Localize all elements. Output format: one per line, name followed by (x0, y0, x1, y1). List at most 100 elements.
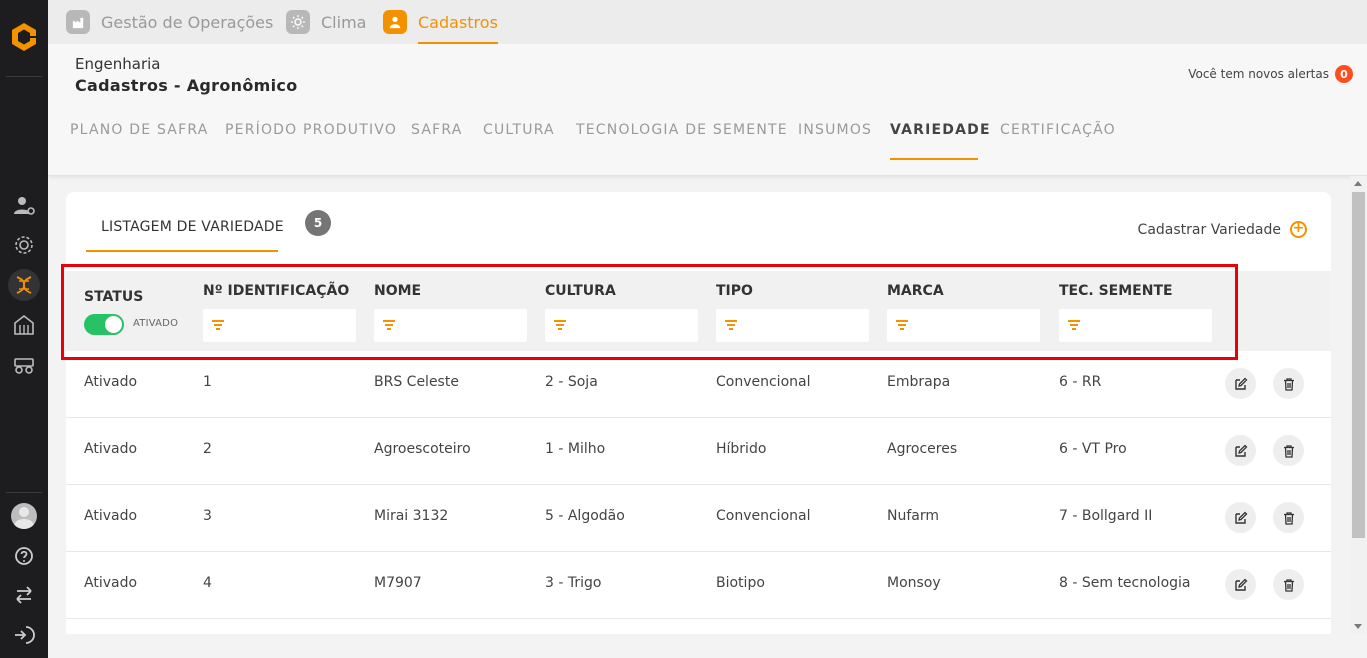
tab-insumos[interactable]: INSUMOS (798, 122, 872, 138)
cell-nome: M7907 (374, 575, 422, 591)
tab-plano-de-safra[interactable]: PLANO DE SAFRA (70, 122, 208, 138)
filter-input-tec-semente[interactable] (1059, 309, 1212, 342)
edit-icon (1234, 511, 1247, 524)
cell-identificacao: 2 (203, 441, 212, 457)
cell-nome: BRS Celeste (374, 374, 459, 390)
count-badge: 5 (305, 210, 331, 236)
delete-button[interactable] (1273, 435, 1304, 466)
trash-icon (1283, 578, 1294, 592)
cell-status: Ativado (84, 374, 138, 390)
page-title: Cadastros - Agronômico (75, 76, 298, 95)
filter-input-nome[interactable] (374, 309, 527, 342)
tab-cadastros[interactable]: Cadastros (383, 0, 498, 44)
edit-button[interactable] (1225, 368, 1256, 399)
edit-button[interactable] (1225, 569, 1256, 600)
silo-icon[interactable] (8, 309, 40, 341)
filter-input-marca[interactable] (887, 309, 1040, 342)
filter-input-identificacao[interactable] (203, 309, 356, 342)
alerts-count-badge: 0 (1335, 65, 1353, 83)
sun-icon (286, 10, 310, 34)
cell-marca: Nufarm (887, 508, 940, 524)
avatar[interactable] (11, 503, 37, 529)
page-header: Engenharia Cadastros - Agronômico Você t… (48, 44, 1367, 176)
column-header-marca: MARCA (887, 283, 944, 299)
delete-button[interactable] (1273, 368, 1304, 399)
tab-cultura[interactable]: CULTURA (483, 122, 555, 138)
logout-icon[interactable] (8, 619, 40, 651)
filter-icon (383, 320, 395, 330)
active-tab-underline (86, 250, 278, 252)
tab-certificacao[interactable]: CERTIFICAÇÃO (1000, 122, 1116, 138)
add-variety-label: Cadastrar Variedade (1137, 221, 1281, 238)
tab-listagem-variedade[interactable]: LISTAGEM DE VARIEDADE (101, 219, 284, 235)
cell-tipo: Biotipo (716, 575, 765, 591)
edit-button[interactable] (1225, 435, 1256, 466)
cell-cultura: 2 - Soja (545, 374, 598, 390)
cell-marca: Monsoy (887, 575, 941, 591)
tab-clima[interactable]: Clima (286, 0, 366, 44)
user-settings-icon[interactable] (8, 190, 40, 222)
variety-list-card: LISTAGEM DE VARIEDADE 5 Cadastrar Varied… (66, 192, 1331, 634)
table-row: Ativado 3 Mirai 3132 5 - Algodão Convenc… (66, 485, 1331, 552)
cell-tipo: Convencional (716, 508, 811, 524)
tab-variedade[interactable]: VARIEDADE (890, 122, 991, 138)
cell-status: Ativado (84, 575, 138, 591)
scrollbar-thumb[interactable] (1352, 192, 1365, 538)
tractor-icon[interactable] (8, 348, 40, 380)
scroll-up-arrow-icon[interactable] (1354, 181, 1362, 186)
top-bar: Gestão de Operações Clima Cadastros (48, 0, 1367, 44)
edit-button[interactable] (1225, 502, 1256, 533)
cell-status: Ativado (84, 441, 138, 457)
cell-tec-semente: 6 - RR (1059, 374, 1102, 390)
cell-tec-semente: 8 - Sem tecnologia (1059, 575, 1191, 591)
delete-button[interactable] (1273, 569, 1304, 600)
cell-marca: Embrapa (887, 374, 951, 390)
swap-icon[interactable] (8, 579, 40, 611)
cell-nome: Agroescoteiro (374, 441, 471, 457)
cell-nome: Mirai 3132 (374, 508, 449, 524)
dna-icon[interactable] (8, 269, 40, 301)
plus-circle-icon: + (1290, 221, 1307, 238)
cell-cultura: 3 - Trigo (545, 575, 602, 591)
status-toggle-label: ATIVADO (133, 318, 179, 329)
help-icon[interactable] (8, 540, 40, 572)
cell-identificacao: 4 (203, 575, 212, 591)
gear-icon[interactable] (8, 229, 40, 261)
cell-status: Ativado (84, 508, 138, 524)
alerts-text: Você tem novos alertas (1188, 67, 1329, 81)
filter-icon (212, 320, 224, 330)
scroll-down-arrow-icon[interactable] (1354, 624, 1362, 629)
active-tab-underline (890, 158, 978, 160)
column-header-cultura: CULTURA (545, 283, 616, 299)
table-row: Ativado 1 BRS Celeste 2 - Soja Convencio… (66, 351, 1331, 418)
filter-input-cultura[interactable] (545, 309, 698, 342)
cell-cultura: 1 - Milho (545, 441, 606, 457)
user-icon (383, 10, 407, 34)
sidebar-divider (6, 76, 42, 77)
filter-icon (896, 320, 908, 330)
tab-label: Gestão de Operações (101, 12, 274, 32)
breadcrumb: Engenharia (75, 55, 161, 73)
column-header-tec-semente: TEC. SEMENTE (1059, 283, 1173, 299)
tab-label: Clima (321, 12, 367, 32)
alerts-indicator[interactable]: Você tem novos alertas 0 (1188, 65, 1353, 83)
tab-periodo-produtivo[interactable]: PERÍODO PRODUTIVO (225, 122, 397, 138)
status-filter-toggle[interactable] (84, 314, 124, 335)
edit-icon (1234, 377, 1247, 390)
add-variety-button[interactable]: Cadastrar Variedade + (1138, 221, 1307, 238)
app-logo-icon[interactable] (7, 20, 41, 54)
filter-icon (725, 320, 737, 330)
tab-safra[interactable]: SAFRA (411, 122, 463, 138)
tab-tecnologia-de-semente[interactable]: TECNOLOGIA DE SEMENTE (576, 122, 788, 138)
filter-input-tipo[interactable] (716, 309, 869, 342)
scrollbar[interactable] (1350, 176, 1367, 634)
trash-icon (1283, 511, 1294, 525)
column-header-status: STATUS (84, 289, 144, 305)
delete-button[interactable] (1273, 502, 1304, 533)
tab-gestao-operacoes[interactable]: Gestão de Operações (66, 0, 273, 44)
column-header-tipo: TIPO (716, 283, 753, 299)
cell-identificacao: 3 (203, 508, 212, 524)
trash-icon (1283, 377, 1294, 391)
cell-tipo: Híbrido (716, 441, 767, 457)
cell-tipo: Convencional (716, 374, 811, 390)
